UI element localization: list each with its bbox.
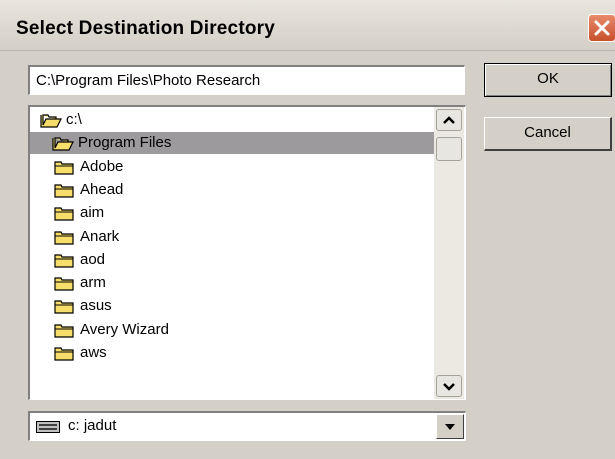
directory-item-label: Avery Wizard	[80, 320, 169, 338]
directory-item-label: Anark	[80, 227, 120, 245]
folder-icon	[54, 324, 74, 338]
directory-item-label: arm	[80, 274, 106, 292]
directory-item-label: Adobe	[80, 157, 124, 175]
scroll-thumb[interactable]	[436, 137, 462, 161]
directory-item-label: Ahead	[80, 180, 124, 198]
dialog-title: Select Destination Directory	[16, 18, 276, 39]
directory-item-label: asus	[80, 297, 112, 315]
scroll-down-button[interactable]	[436, 375, 462, 397]
folder-icon	[54, 277, 74, 291]
directory-item[interactable]: arm	[30, 272, 434, 294]
drive-select[interactable]: c: jadut	[28, 411, 466, 441]
directory-item[interactable]: Anark	[30, 226, 434, 248]
path-input[interactable]	[28, 65, 465, 95]
drive-icon	[36, 421, 60, 433]
directory-item[interactable]: aws	[30, 342, 434, 364]
folder-icon	[54, 300, 74, 314]
chevron-down-icon	[443, 383, 455, 391]
ok-button[interactable]: OK	[484, 63, 612, 97]
title-bar[interactable]: Select Destination Directory	[0, 0, 615, 51]
folder-icon	[54, 230, 74, 245]
directory-item-label: Program Files	[78, 134, 172, 152]
dropdown-arrow-icon	[445, 424, 455, 430]
directory-item[interactable]: Program Files	[30, 132, 434, 155]
directory-item-label: aim	[80, 204, 105, 222]
open-folder-icon	[40, 114, 62, 128]
directory-item-label: c:\	[66, 111, 82, 128]
directory-item[interactable]: Ahead	[30, 179, 434, 201]
directory-item[interactable]: Avery Wizard	[30, 319, 434, 341]
directory-item-label: aod	[80, 250, 106, 268]
open-folder-icon	[52, 137, 74, 151]
chevron-up-icon	[443, 116, 455, 124]
folder-icon	[54, 347, 74, 361]
directory-item-label: aws	[80, 344, 107, 361]
close-icon	[594, 20, 610, 36]
directory-item[interactable]: Adobe	[30, 156, 434, 178]
scroll-up-button[interactable]	[436, 109, 462, 131]
directory-item[interactable]: aod	[30, 249, 434, 271]
directory-item[interactable]: c:\	[30, 109, 434, 131]
drive-label: c: jadut	[68, 417, 117, 434]
folder-icon	[54, 184, 74, 198]
folder-icon	[54, 254, 74, 268]
close-button[interactable]	[588, 14, 615, 42]
vertical-scrollbar[interactable]	[434, 107, 464, 399]
directory-item[interactable]: asus	[30, 295, 434, 317]
folder-icon	[54, 207, 74, 221]
select-destination-dialog: Select Destination Directory OK Cancel c…	[0, 0, 615, 459]
cancel-button[interactable]: Cancel	[484, 117, 612, 151]
directory-listbox[interactable]: c:\ Program Files Adobe Ahead aim Anark aod arm…	[28, 105, 466, 400]
drive-dropdown-button[interactable]	[436, 414, 464, 439]
folder-icon	[54, 160, 74, 175]
directory-item[interactable]: aim	[30, 202, 434, 224]
